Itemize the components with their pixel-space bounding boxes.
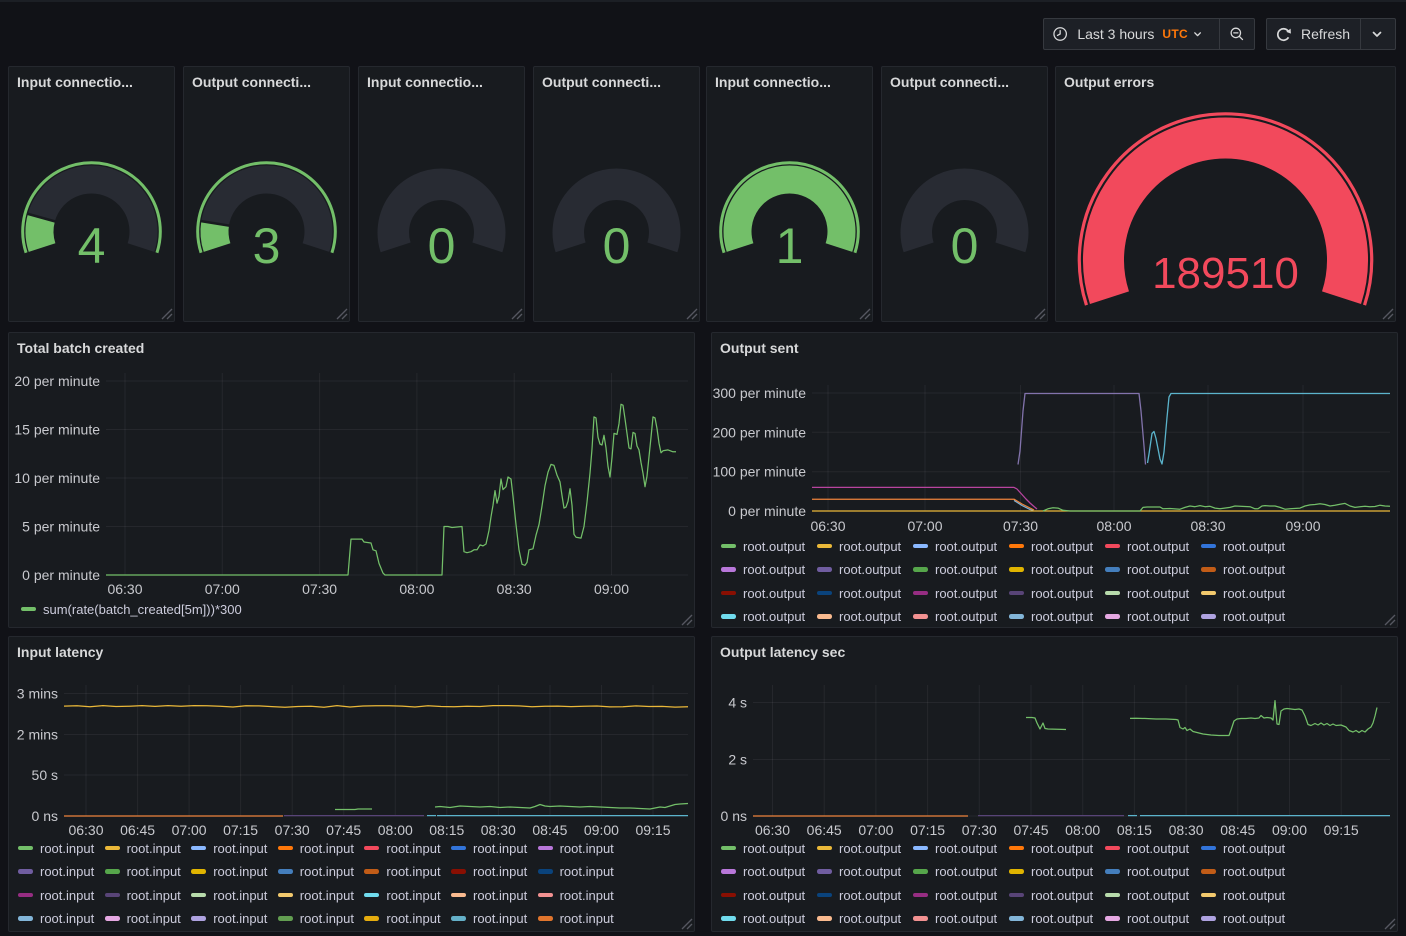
svg-text:08:30: 08:30: [497, 581, 532, 597]
svg-text:2 mins: 2 mins: [17, 727, 58, 743]
svg-text:07:00: 07:00: [858, 822, 893, 838]
svg-text:06:30: 06:30: [68, 822, 103, 838]
svg-text:1: 1: [776, 218, 804, 274]
svg-text:0 per minute: 0 per minute: [22, 567, 100, 583]
svg-text:08:30: 08:30: [1169, 822, 1204, 838]
svg-text:08:15: 08:15: [1117, 822, 1152, 838]
svg-text:07:00: 07:00: [907, 518, 942, 534]
svg-text:50 s: 50 s: [32, 767, 58, 783]
svg-text:189510: 189510: [1152, 249, 1299, 298]
svg-text:07:45: 07:45: [1013, 822, 1048, 838]
svg-text:06:30: 06:30: [107, 581, 142, 597]
svg-text:06:30: 06:30: [755, 822, 790, 838]
svg-text:07:30: 07:30: [302, 581, 337, 597]
svg-text:0: 0: [428, 218, 456, 274]
svg-text:08:00: 08:00: [1065, 822, 1100, 838]
svg-text:3: 3: [253, 218, 281, 274]
svg-text:0: 0: [603, 218, 631, 274]
svg-text:0 ns: 0 ns: [721, 808, 747, 824]
svg-text:06:45: 06:45: [120, 822, 155, 838]
svg-text:07:15: 07:15: [223, 822, 258, 838]
svg-text:09:15: 09:15: [635, 822, 670, 838]
svg-text:07:15: 07:15: [910, 822, 945, 838]
svg-text:0 ns: 0 ns: [32, 808, 58, 824]
svg-text:0: 0: [951, 218, 979, 274]
svg-text:09:00: 09:00: [584, 822, 619, 838]
svg-text:20 per minute: 20 per minute: [14, 373, 100, 389]
svg-text:4: 4: [78, 218, 106, 274]
svg-text:300 per minute: 300 per minute: [713, 385, 807, 401]
svg-text:08:00: 08:00: [399, 581, 434, 597]
svg-text:07:00: 07:00: [172, 822, 207, 838]
svg-text:10 per minute: 10 per minute: [14, 470, 100, 486]
svg-text:3 mins: 3 mins: [17, 686, 58, 702]
svg-text:4 s: 4 s: [728, 695, 747, 711]
svg-text:2 s: 2 s: [728, 752, 747, 768]
svg-text:5 per minute: 5 per minute: [22, 519, 100, 535]
svg-text:09:00: 09:00: [1285, 518, 1320, 534]
svg-text:07:30: 07:30: [275, 822, 310, 838]
svg-text:07:30: 07:30: [1003, 518, 1038, 534]
svg-text:100 per minute: 100 per minute: [713, 464, 807, 480]
svg-text:08:30: 08:30: [481, 822, 516, 838]
svg-text:09:00: 09:00: [1272, 822, 1307, 838]
svg-text:08:15: 08:15: [429, 822, 464, 838]
svg-text:08:45: 08:45: [1220, 822, 1255, 838]
svg-text:07:30: 07:30: [962, 822, 997, 838]
svg-text:200 per minute: 200 per minute: [713, 424, 807, 440]
svg-text:06:30: 06:30: [810, 518, 845, 534]
svg-text:08:45: 08:45: [532, 822, 567, 838]
svg-text:07:00: 07:00: [205, 581, 240, 597]
svg-text:0 per minute: 0 per minute: [728, 503, 806, 519]
svg-text:08:30: 08:30: [1190, 518, 1225, 534]
svg-text:07:45: 07:45: [326, 822, 361, 838]
svg-text:09:00: 09:00: [594, 581, 629, 597]
svg-text:08:00: 08:00: [1096, 518, 1131, 534]
svg-text:08:00: 08:00: [378, 822, 413, 838]
svg-text:06:45: 06:45: [807, 822, 842, 838]
svg-text:15 per minute: 15 per minute: [14, 422, 100, 438]
svg-text:09:15: 09:15: [1324, 822, 1359, 838]
